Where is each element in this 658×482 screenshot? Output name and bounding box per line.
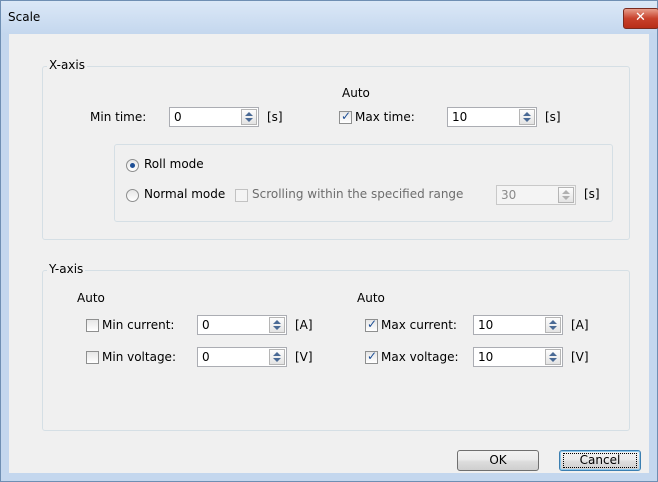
max-current-checkbox[interactable]: ✓ xyxy=(365,317,378,332)
max-voltage-unit: [V] xyxy=(571,350,589,364)
check-icon: ✓ xyxy=(341,109,352,123)
ok-button[interactable]: OK xyxy=(457,450,539,471)
close-icon: ✕ xyxy=(635,10,646,25)
spin-up-icon[interactable] xyxy=(273,352,281,356)
close-button[interactable]: ✕ xyxy=(623,8,658,29)
spin-up-icon[interactable] xyxy=(562,190,570,194)
spin-down-icon[interactable] xyxy=(523,118,531,122)
scroll-range-unit: [s] xyxy=(584,187,600,201)
min-time-label: Min time: xyxy=(90,110,147,124)
max-voltage-checkbox[interactable]: ✓ xyxy=(365,349,378,364)
max-current-field xyxy=(473,315,563,335)
xaxis-group: X-axis Auto Min time: [s] ✓ Max time: [s… xyxy=(42,58,630,240)
max-time-unit: [s] xyxy=(545,110,561,124)
max-time-label: Max time: xyxy=(355,110,415,124)
title-bar[interactable]: Scale ✕ xyxy=(1,1,658,34)
spin-up-icon[interactable] xyxy=(273,320,281,324)
min-voltage-label: Min voltage: xyxy=(102,350,176,364)
spin-up-icon[interactable] xyxy=(523,112,531,116)
min-voltage-spinner[interactable] xyxy=(269,349,285,365)
max-current-spinner[interactable] xyxy=(545,317,561,333)
min-voltage-unit: [V] xyxy=(295,350,313,364)
spin-up-icon[interactable] xyxy=(245,112,253,116)
max-time-field xyxy=(447,107,537,127)
min-current-spinner[interactable] xyxy=(269,317,285,333)
min-time-spinner[interactable] xyxy=(241,109,257,125)
xaxis-legend: X-axis xyxy=(47,58,87,72)
window-frame-left xyxy=(1,34,9,473)
yaxis-legend: Y-axis xyxy=(47,262,86,276)
yaxis-group: Y-axis Auto Auto Min current: [A] Min vo… xyxy=(42,262,630,431)
max-current-label: Max current: xyxy=(381,318,457,332)
roll-mode-radio[interactable] xyxy=(126,159,139,172)
max-current-unit: [A] xyxy=(571,318,589,332)
scroll-range-input[interactable] xyxy=(497,186,555,204)
max-current-input[interactable] xyxy=(474,316,542,334)
scroll-range-spinner[interactable] xyxy=(558,187,574,203)
xaxis-auto-label: Auto xyxy=(342,86,370,100)
spin-down-icon[interactable] xyxy=(245,118,253,122)
scroll-range-checkbox[interactable] xyxy=(235,189,248,202)
max-time-spinner[interactable] xyxy=(519,109,535,125)
spin-up-icon[interactable] xyxy=(549,352,557,356)
spin-down-icon[interactable] xyxy=(273,326,281,330)
spin-down-icon[interactable] xyxy=(549,358,557,362)
min-current-unit: [A] xyxy=(295,318,313,332)
yaxis-auto-left-label: Auto xyxy=(77,291,105,305)
radio-selected-icon xyxy=(130,163,135,168)
min-voltage-input[interactable] xyxy=(198,348,266,366)
scale-dialog: Scale ✕ X-axis Auto Min time: [s] ✓ Max … xyxy=(0,0,658,482)
spin-down-icon[interactable] xyxy=(273,358,281,362)
spin-up-icon[interactable] xyxy=(549,320,557,324)
normal-mode-label: Normal mode xyxy=(144,187,226,201)
check-icon: ✓ xyxy=(367,317,378,331)
normal-mode-radio[interactable] xyxy=(126,189,139,202)
roll-mode-label: Roll mode xyxy=(144,157,204,171)
mode-group: Roll mode Normal mode Scrolling within t… xyxy=(114,144,613,222)
spin-down-icon[interactable] xyxy=(562,196,570,200)
window-frame-right xyxy=(649,34,657,473)
scroll-range-field xyxy=(496,185,576,205)
max-voltage-label: Max voltage: xyxy=(381,350,459,364)
focus-rect xyxy=(563,453,637,468)
window-frame-bottom xyxy=(1,473,657,481)
max-voltage-input[interactable] xyxy=(474,348,542,366)
min-current-label: Min current: xyxy=(102,318,175,332)
min-current-input[interactable] xyxy=(198,316,266,334)
min-voltage-checkbox[interactable] xyxy=(86,351,99,364)
min-voltage-field xyxy=(197,347,287,367)
max-voltage-spinner[interactable] xyxy=(545,349,561,365)
min-time-unit: [s] xyxy=(267,110,283,124)
min-time-field xyxy=(169,107,259,127)
max-voltage-field xyxy=(473,347,563,367)
max-time-auto-checkbox[interactable]: ✓ xyxy=(339,109,352,124)
min-current-field xyxy=(197,315,287,335)
spin-down-icon[interactable] xyxy=(549,326,557,330)
window-title: Scale xyxy=(8,10,41,24)
scroll-range-label: Scrolling within the specified range xyxy=(252,187,464,201)
check-icon: ✓ xyxy=(367,349,378,363)
cancel-button[interactable]: Cancel xyxy=(559,450,641,471)
yaxis-auto-right-label: Auto xyxy=(357,291,385,305)
dialog-client-area: X-axis Auto Min time: [s] ✓ Max time: [s… xyxy=(9,34,649,473)
min-time-input[interactable] xyxy=(170,108,238,126)
min-current-checkbox[interactable] xyxy=(86,319,99,332)
max-time-input[interactable] xyxy=(448,108,516,126)
